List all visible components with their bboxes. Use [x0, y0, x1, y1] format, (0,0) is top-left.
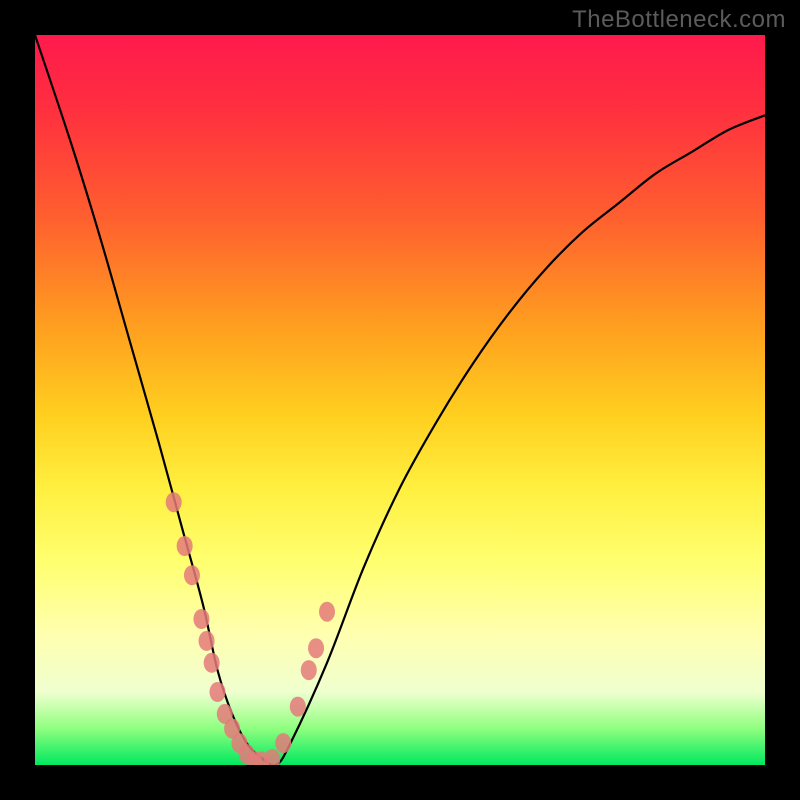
- watermark-text: TheBottleneck.com: [572, 6, 786, 34]
- data-point: [210, 682, 226, 702]
- marker-group: [166, 492, 335, 765]
- bottleneck-curve: [35, 35, 765, 765]
- data-point: [308, 638, 324, 658]
- data-point: [264, 749, 280, 765]
- data-point: [193, 609, 209, 629]
- data-point: [319, 602, 335, 622]
- data-point: [275, 733, 291, 753]
- data-point: [204, 653, 220, 673]
- data-point: [290, 697, 306, 717]
- data-point: [301, 660, 317, 680]
- data-point: [177, 536, 193, 556]
- plot-area: [35, 35, 765, 765]
- data-point: [184, 565, 200, 585]
- data-point: [166, 492, 182, 512]
- curve-svg: [35, 35, 765, 765]
- data-point: [199, 631, 215, 651]
- chart-frame: TheBottleneck.com: [0, 0, 800, 800]
